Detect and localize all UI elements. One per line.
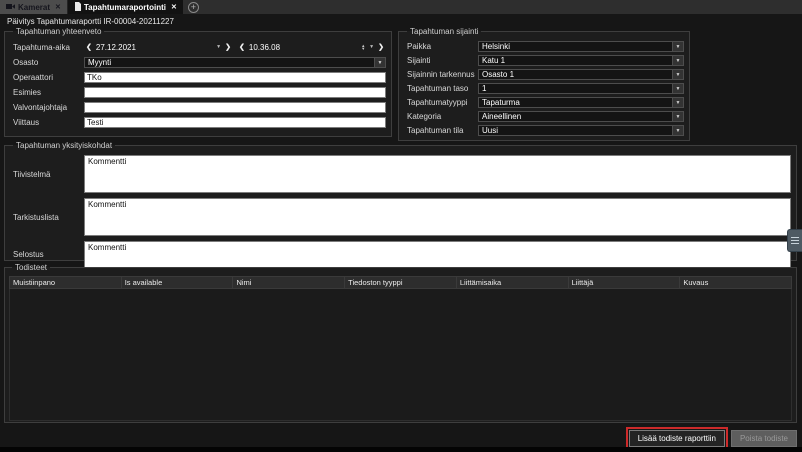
page-title: Päivitys Tapahtumaraportti IR-00004-2021… xyxy=(7,17,174,26)
document-icon xyxy=(74,2,81,13)
tapahtuma-aika-label: Tapahtuma-aika xyxy=(10,43,84,52)
tab-kamerat[interactable]: Kamerat ✕ xyxy=(0,0,68,14)
tapahtuman-taso-label: Tapahtuman taso xyxy=(404,84,478,93)
chevron-down-icon[interactable]: ▼ xyxy=(672,84,683,93)
kategoria-label: Kategoria xyxy=(404,112,478,121)
tab-bar: Kamerat ✕ Tapahtumaraportointi ✕ + xyxy=(0,0,802,14)
evidence-table-body xyxy=(9,289,792,421)
summary-legend: Tapahtuman yhteenveto xyxy=(13,27,104,36)
esimies-input[interactable] xyxy=(84,87,386,98)
column-header-nimi[interactable]: Nimi xyxy=(233,277,345,288)
chevron-down-icon[interactable]: ▼ xyxy=(672,126,683,135)
chevron-down-icon[interactable]: ▼ xyxy=(374,58,385,67)
location-legend: Tapahtuman sijainti xyxy=(407,27,481,36)
evidence-actions: Lisää todiste raporttiin Poista todiste xyxy=(629,430,797,447)
time-picker: ❮ 10.36.08 ▲ ▼ ▼ ❯ xyxy=(237,41,386,53)
tiivistelma-textarea[interactable]: Kommentti xyxy=(84,155,791,193)
time-spinner[interactable]: ▲ ▼ xyxy=(359,44,367,50)
column-header-tiedoston-tyyppi[interactable]: Tiedoston tyyppi xyxy=(345,277,457,288)
tapahtuman-tila-select[interactable]: Uusi ▼ xyxy=(478,125,684,136)
osasto-label: Osasto xyxy=(10,58,84,67)
time-value[interactable]: 10.36.08 xyxy=(247,43,359,52)
date-value[interactable]: 27.12.2021 xyxy=(94,43,214,52)
sijainnin-tarkennus-label: Sijainnin tarkennus xyxy=(404,70,478,79)
sijainnin-tarkennus-select[interactable]: Osasto 1 ▼ xyxy=(478,69,684,80)
time-prev-icon[interactable]: ❮ xyxy=(237,43,247,51)
esimies-label: Esimies xyxy=(10,88,84,97)
viittaus-label: Viittaus xyxy=(10,118,84,127)
viittaus-input[interactable] xyxy=(84,117,386,128)
operaattori-input[interactable] xyxy=(84,72,386,83)
tab-label: Kamerat xyxy=(18,3,50,12)
paikka-label: Paikka xyxy=(404,42,478,51)
column-header-liittaja[interactable]: Liittäjä xyxy=(569,277,681,288)
valvontajohtaja-label: Valvontajohtaja xyxy=(10,103,84,112)
sijainti-label: Sijainti xyxy=(404,56,478,65)
close-icon[interactable]: ✕ xyxy=(55,3,61,11)
tiivistelma-label: Tiivistelmä xyxy=(10,170,84,179)
bottom-strip xyxy=(0,447,802,452)
sijainti-select[interactable]: Katu 1 ▼ xyxy=(478,55,684,66)
tapahtumatyyppi-label: Tapahtumatyyppi xyxy=(404,98,478,107)
date-next-icon[interactable]: ❯ xyxy=(223,43,233,51)
tapahtuman-taso-select[interactable]: 1 ▼ xyxy=(478,83,684,94)
date-picker: ❮ 27.12.2021 ▼ ❯ xyxy=(84,41,233,53)
evidence-table-header: Muistiinpano Is available Nimi Tiedoston… xyxy=(9,276,792,289)
column-header-muistiinpano[interactable]: Muistiinpano xyxy=(10,277,122,288)
time-caret-icon[interactable]: ▼ xyxy=(367,44,376,50)
close-icon[interactable]: ✕ xyxy=(171,3,177,11)
chevron-down-icon[interactable]: ▼ xyxy=(672,70,683,79)
tapahtumatyyppi-select[interactable]: Tapaturma ▼ xyxy=(478,97,684,108)
column-header-kuvaus[interactable]: Kuvaus xyxy=(680,277,791,288)
chevron-down-icon[interactable]: ▼ xyxy=(672,98,683,107)
details-section: Tapahtuman yksityiskohdat Tiivistelmä Ko… xyxy=(4,141,797,261)
tapahtuman-tila-label: Tapahtuman tila xyxy=(404,126,478,135)
remove-evidence-button[interactable]: Poista todiste xyxy=(731,430,797,447)
time-next-icon[interactable]: ❯ xyxy=(376,43,386,51)
date-caret-icon[interactable]: ▼ xyxy=(214,44,223,50)
location-section: Tapahtuman sijainti Paikka Helsinki ▼ Si… xyxy=(398,27,690,141)
column-header-is-available[interactable]: Is available xyxy=(122,277,234,288)
camera-icon xyxy=(6,3,15,12)
evidence-legend: Todisteet xyxy=(12,263,50,272)
add-evidence-button[interactable]: Lisää todiste raporttiin xyxy=(629,430,725,447)
date-prev-icon[interactable]: ❮ xyxy=(84,43,94,51)
spin-down-icon[interactable]: ▼ xyxy=(361,47,365,50)
new-tab-button[interactable]: + xyxy=(188,2,199,13)
tab-tapahtumaraportointi[interactable]: Tapahtumaraportointi ✕ xyxy=(68,0,183,14)
chevron-down-icon[interactable]: ▼ xyxy=(672,42,683,51)
datetime-picker: ❮ 27.12.2021 ▼ ❯ ❮ 10.36.08 ▲ ▼ ▼ ❯ xyxy=(84,41,386,53)
chevron-down-icon[interactable]: ▼ xyxy=(672,112,683,121)
tarkistuslista-label: Tarkistuslista xyxy=(10,213,84,222)
valvontajohtaja-input[interactable] xyxy=(84,102,386,113)
details-legend: Tapahtuman yksityiskohdat xyxy=(13,141,115,150)
side-panel-handle[interactable] xyxy=(787,229,802,252)
selostus-label: Selostus xyxy=(10,250,84,259)
paikka-select[interactable]: Helsinki ▼ xyxy=(478,41,684,52)
tab-label: Tapahtumaraportointi xyxy=(84,3,166,12)
osasto-select[interactable]: Myynti ▼ xyxy=(84,57,386,68)
kategoria-select[interactable]: Aineellinen ▼ xyxy=(478,111,684,122)
column-header-liittamisaika[interactable]: Liittämisaika xyxy=(457,277,569,288)
operaattori-label: Operaattori xyxy=(10,73,84,82)
evidence-section: Todisteet Muistiinpano Is available Nimi… xyxy=(4,263,797,423)
tarkistuslista-textarea[interactable]: Kommentti xyxy=(84,198,791,236)
chevron-down-icon[interactable]: ▼ xyxy=(672,56,683,65)
summary-section: Tapahtuman yhteenveto Tapahtuma-aika ❮ 2… xyxy=(4,27,392,137)
